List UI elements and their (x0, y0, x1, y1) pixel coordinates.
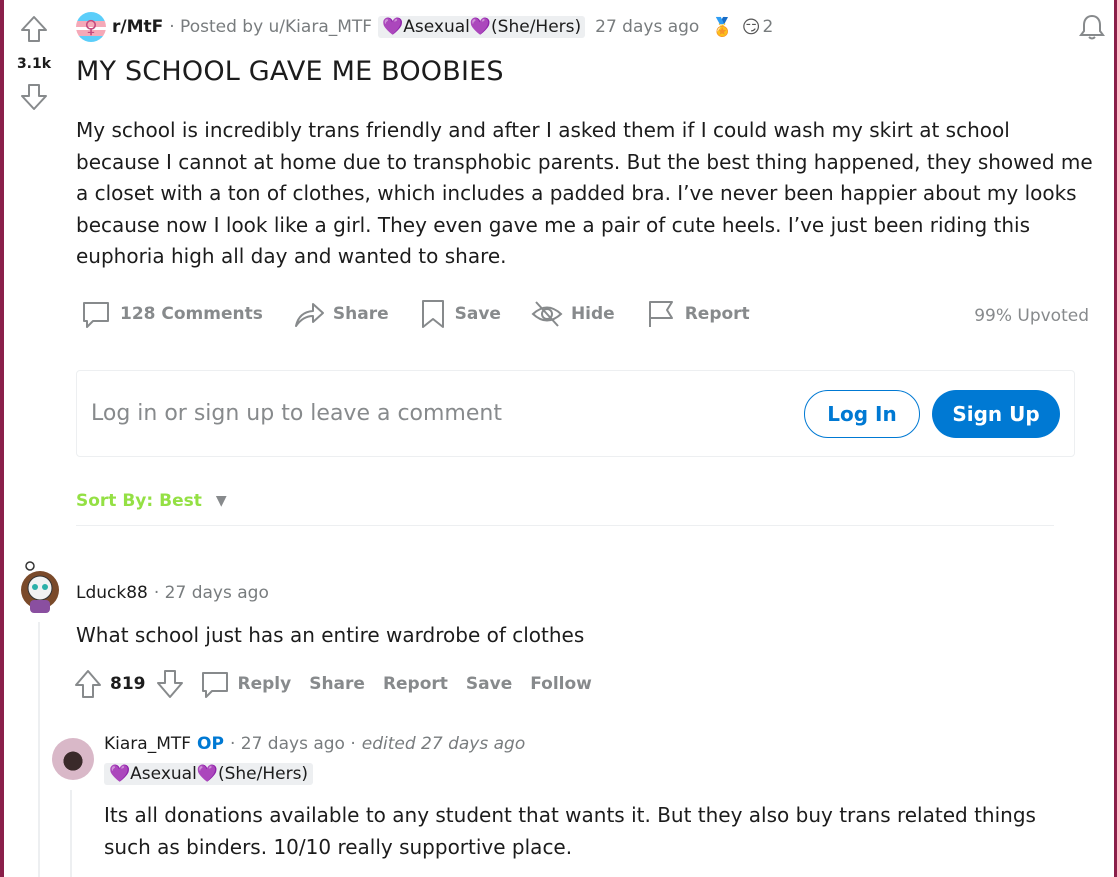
bookmark-icon (421, 300, 444, 328)
thread-line[interactable] (70, 790, 72, 877)
hide-eye-icon (531, 301, 563, 327)
share-button[interactable]: Share (293, 298, 389, 330)
flag-icon (648, 301, 673, 327)
login-button[interactable]: Log In (804, 389, 920, 438)
comment-body: Its all donations available to any stude… (104, 803, 1036, 859)
downvote-icon[interactable] (156, 668, 184, 700)
save-button[interactable]: Save (419, 298, 501, 330)
post-vote-count: 3.1k (16, 56, 52, 72)
subreddit-icon[interactable]: ♀ (76, 12, 106, 42)
sort-label: Sort By: Best (76, 491, 202, 511)
posted-by[interactable]: · Posted by u/Kiara_MTF (169, 17, 372, 37)
share-button[interactable]: Share (309, 674, 365, 694)
upvote-ratio: 99% Upvoted (974, 306, 1089, 326)
post-title[interactable]: MY SCHOOL GAVE ME BOOBIES (76, 56, 504, 87)
op-badge: OP (197, 734, 224, 754)
comment-icon[interactable] (200, 668, 230, 700)
comments-label: 128 Comments (120, 304, 263, 324)
post-body: My school is incredibly trans friendly a… (76, 118, 1093, 268)
comment-time[interactable]: · 27 days ago (154, 583, 269, 603)
hide-button[interactable]: Hide (531, 298, 615, 330)
chevron-down-icon: ▼ (215, 493, 227, 509)
thread-line[interactable] (38, 622, 40, 877)
avatar[interactable] (18, 560, 64, 614)
report-label: Report (684, 304, 750, 324)
award-icon[interactable]: 🏅 (711, 17, 733, 38)
comment-meta: Kiara_MTF OP · 27 days ago · edited 27 d… (104, 734, 525, 754)
user-flair: 💜Asexual💜(She/Hers) (104, 763, 314, 785)
comment-body: What school just has an entire wardrobe … (76, 623, 585, 647)
divider (76, 525, 1054, 526)
share-icon (294, 303, 324, 327)
user-flair: 💜Asexual💜(She/Hers) (378, 16, 586, 38)
upvote-icon[interactable] (74, 668, 102, 700)
follow-button[interactable]: Follow (530, 674, 592, 694)
report-button[interactable]: Report (645, 298, 750, 330)
upvote-icon[interactable] (19, 14, 49, 44)
comment-author[interactable]: Kiara_MTF (104, 734, 191, 754)
comments-button[interactable]: 128 Comments (80, 298, 263, 330)
downvote-icon[interactable] (19, 82, 49, 112)
post-vote-column: 3.1k (8, 14, 60, 112)
subreddit-link[interactable]: r/MtF (112, 17, 163, 37)
comment-score: 819 (110, 674, 146, 694)
comment-time[interactable]: · 27 days ago · (230, 734, 356, 754)
post-action-bar: 128 Comments Share Save Hide Report (80, 298, 780, 330)
hide-label: Hide (570, 304, 615, 324)
post-time[interactable]: 27 days ago (595, 17, 699, 37)
login-prompt-text: Log in or sign up to leave a comment (91, 401, 502, 426)
award-count: 2 (762, 17, 774, 37)
post-header: ♀ r/MtF · Posted by u/Kiara_MTF 💜Asexual… (76, 12, 773, 42)
award-icon-2[interactable]: 😏 (742, 17, 761, 38)
signup-button[interactable]: Sign Up (932, 389, 1060, 438)
reply-button[interactable]: Reply (238, 674, 292, 694)
comment-author[interactable]: Lduck88 (76, 583, 148, 603)
edited-label: edited 27 days ago (361, 734, 526, 754)
comment-login-prompt: Log in or sign up to leave a comment Log… (76, 370, 1075, 457)
avatar[interactable] (52, 738, 94, 780)
window-frame-left (0, 0, 4, 877)
comment-icon (83, 302, 109, 328)
comment-action-bar: 819 Reply Share Report Save Follow (74, 668, 610, 700)
report-button[interactable]: Report (383, 674, 448, 694)
comment-meta: Lduck88 · 27 days ago (76, 583, 269, 603)
save-button[interactable]: Save (466, 674, 512, 694)
bell-icon[interactable] (1077, 12, 1107, 42)
save-label: Save (454, 304, 501, 324)
sort-dropdown[interactable]: Sort By: Best ▼ (76, 491, 227, 511)
share-label: Share (332, 304, 389, 324)
